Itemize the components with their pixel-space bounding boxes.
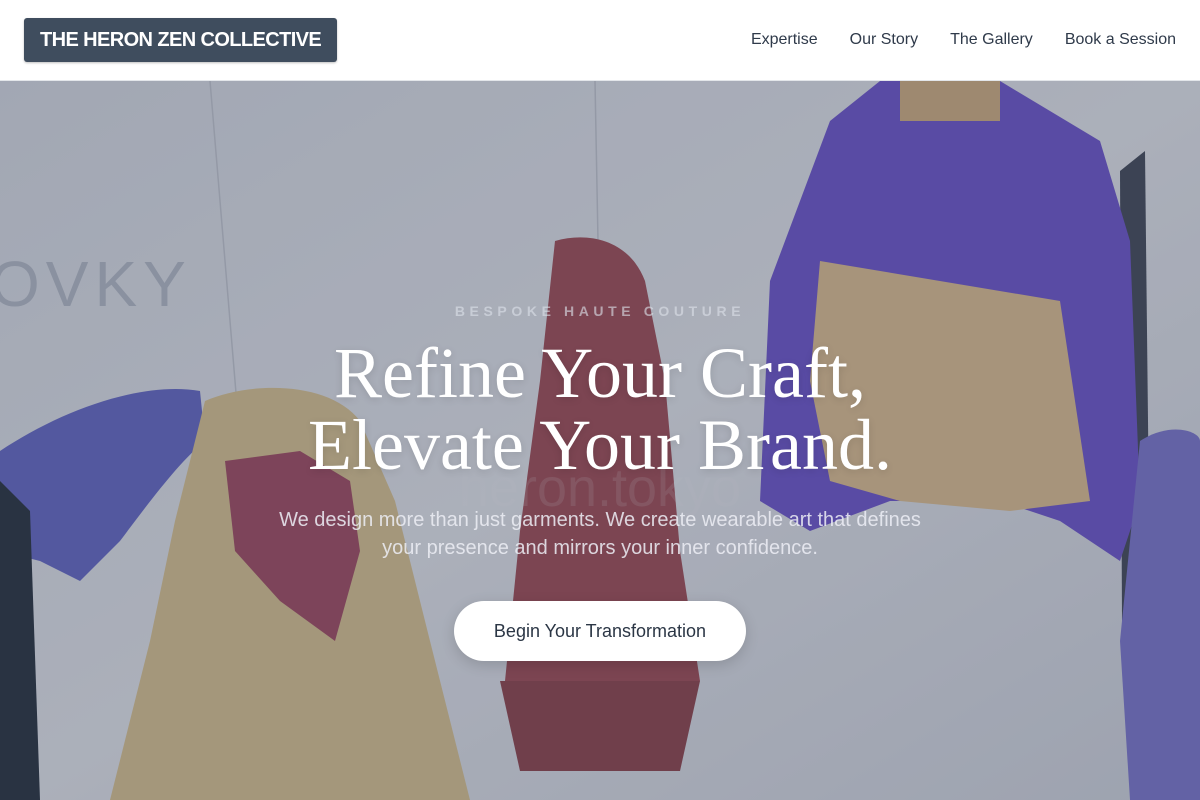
hero-section: OVKY heron.tokyo BESPOKE HAUTE COUTURE R… xyxy=(0,81,1200,800)
begin-transformation-button[interactable]: Begin Your Transformation xyxy=(454,601,746,661)
nav-link-gallery[interactable]: The Gallery xyxy=(950,31,1033,49)
nav-link-expertise[interactable]: Expertise xyxy=(751,31,818,49)
brand-logo[interactable]: THE HERON ZEN COLLECTIVE xyxy=(24,18,338,62)
hero-headline: Refine Your Craft, Elevate Your Brand. xyxy=(0,337,1200,481)
nav-link-our-story[interactable]: Our Story xyxy=(850,31,918,49)
headline-line-1: Refine Your Craft, xyxy=(334,333,866,413)
hero-content: BESPOKE HAUTE COUTURE Refine Your Craft,… xyxy=(0,81,1200,800)
nav-link-book-session[interactable]: Book a Session xyxy=(1065,31,1176,49)
hero-eyebrow: BESPOKE HAUTE COUTURE xyxy=(454,303,746,319)
hero-subtext: We design more than just garments. We cr… xyxy=(279,509,921,559)
main-nav: Expertise Our Story The Gallery Book a S… xyxy=(751,31,1176,49)
site-header: THE HERON ZEN COLLECTIVE Expertise Our S… xyxy=(0,0,1200,81)
headline-line-2: Elevate Your Brand. xyxy=(308,405,892,485)
